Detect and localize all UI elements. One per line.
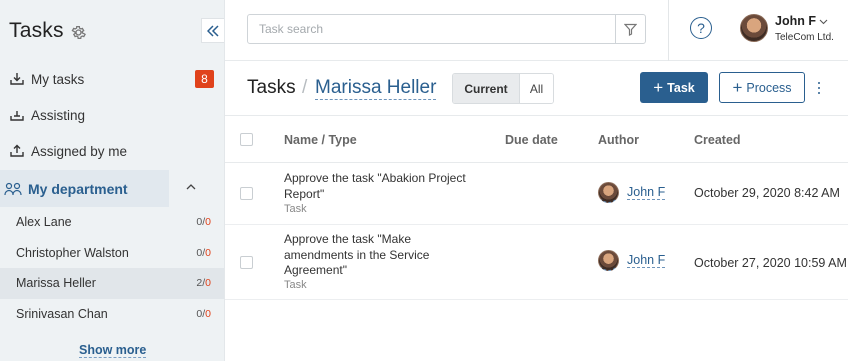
author-link[interactable]: John F: [627, 253, 666, 268]
task-type: Task: [284, 203, 307, 215]
employee-name: Christopher Walston: [16, 245, 129, 260]
employee-name: Srinivasan Chan: [16, 306, 108, 321]
add-task-button[interactable]: + Task: [640, 72, 708, 103]
column-header-due-date[interactable]: Due date: [505, 133, 558, 147]
task-title-link[interactable]: Approve the task "Make amendments in the…: [284, 232, 464, 279]
sidebar: Tasks My tasks 8 Assisting Assigned by m…: [0, 0, 225, 361]
sidebar-item-my-tasks[interactable]: My tasks 8: [0, 61, 224, 97]
sidebar-menu: My tasks 8 Assisting Assigned by me: [0, 61, 224, 169]
author-link[interactable]: John F: [627, 185, 666, 200]
plus-icon: +: [732, 77, 743, 97]
task-type: Task: [284, 279, 307, 291]
tasks-count-badge: 8: [195, 70, 214, 88]
employee-name: Alex Lane: [16, 215, 72, 230]
gear-icon[interactable]: [70, 23, 88, 41]
tab-switcher: Current All: [452, 73, 554, 104]
page-header: Tasks / Marissa Heller Current All + Task…: [225, 61, 848, 116]
employee-item-marissa-heller[interactable]: Marissa Heller 2/0: [0, 268, 224, 299]
breadcrumb-separator: /: [302, 77, 308, 98]
task-created-date: October 29, 2020 8:42 AM: [694, 186, 840, 200]
column-header-author[interactable]: Author: [598, 133, 639, 147]
chevron-down-icon: [820, 19, 828, 25]
sidebar-title: Tasks: [9, 18, 64, 42]
avatar: [598, 250, 619, 271]
employee-selector[interactable]: Marissa Heller: [315, 76, 437, 100]
help-button[interactable]: ?: [690, 17, 712, 39]
avatar: [740, 14, 768, 42]
search-input[interactable]: [248, 15, 608, 43]
filter-icon: [624, 23, 637, 36]
double-chevron-left-icon: [207, 24, 219, 37]
collapse-sidebar-button[interactable]: [201, 18, 224, 43]
department-toggle-area: [169, 170, 224, 207]
sidebar-item-assisting[interactable]: Assisting: [0, 97, 224, 133]
tab-all[interactable]: All: [519, 74, 553, 103]
tab-current[interactable]: Current: [453, 74, 519, 103]
task-title-link[interactable]: Approve the task "Abakion Project Report…: [284, 171, 484, 202]
task-author: John F: [598, 250, 666, 271]
employee-item-christopher-walston[interactable]: Christopher Walston 0/0: [0, 238, 224, 269]
add-process-button[interactable]: + Process: [719, 72, 805, 103]
row-checkbox[interactable]: [240, 256, 253, 269]
filter-button[interactable]: [615, 15, 645, 43]
sidebar-item-label: Assigned by me: [31, 143, 128, 159]
department-users-icon: [4, 181, 23, 197]
employee-task-count: 0/0: [196, 246, 211, 259]
row-checkbox[interactable]: [240, 187, 253, 200]
inbox-up-icon: [9, 143, 25, 159]
column-header-created[interactable]: Created: [694, 133, 741, 147]
sidebar-header: Tasks: [0, 0, 224, 61]
table-row[interactable]: Approve the task "Make amendments in the…: [225, 225, 848, 300]
page-title: Tasks: [247, 77, 296, 98]
more-options-icon[interactable]: [817, 80, 821, 96]
table-header: Name / Type Due date Author Created: [225, 116, 848, 163]
employee-list: Alex Lane 0/0 Christopher Walston 0/0 Ma…: [0, 207, 224, 329]
user-company: TeleCom Ltd.: [775, 32, 834, 43]
task-created-date: October 27, 2020 10:59 AM: [694, 256, 847, 270]
employee-name: Marissa Heller: [16, 276, 96, 291]
chevron-up-icon[interactable]: [186, 183, 196, 191]
sidebar-item-assigned-by-me[interactable]: Assigned by me: [0, 133, 224, 169]
task-author: John F: [598, 182, 666, 203]
sidebar-item-label: My tasks: [31, 71, 85, 87]
inbox-down-icon: [9, 71, 25, 87]
sidebar-item-my-department[interactable]: My department: [0, 170, 224, 207]
employee-task-count: 0/0: [196, 307, 211, 320]
employee-item-srinivasan-chan[interactable]: Srinivasan Chan 0/0: [0, 299, 224, 330]
user-name: John F: [775, 14, 828, 28]
table-row[interactable]: Approve the task "Abakion Project Report…: [225, 163, 848, 225]
search-box: [247, 14, 646, 44]
inbox-icon: [9, 107, 25, 123]
select-all-checkbox[interactable]: [240, 133, 253, 146]
employee-task-count: 0/0: [196, 216, 211, 229]
department-label: My department: [28, 180, 128, 197]
plus-icon: +: [653, 77, 664, 97]
employee-task-count: 2/0: [196, 277, 211, 290]
divider: [668, 0, 669, 61]
sidebar-item-label: Assisting: [31, 107, 86, 123]
top-bar: ? John F TeleCom Ltd.: [225, 0, 848, 61]
column-header-name[interactable]: Name / Type: [284, 133, 357, 147]
employee-item-alex-lane[interactable]: Alex Lane 0/0: [0, 207, 224, 238]
tasks-table: Name / Type Due date Author Created Appr…: [225, 116, 848, 300]
show-more-link[interactable]: Show more: [79, 343, 147, 358]
avatar: [598, 182, 619, 203]
